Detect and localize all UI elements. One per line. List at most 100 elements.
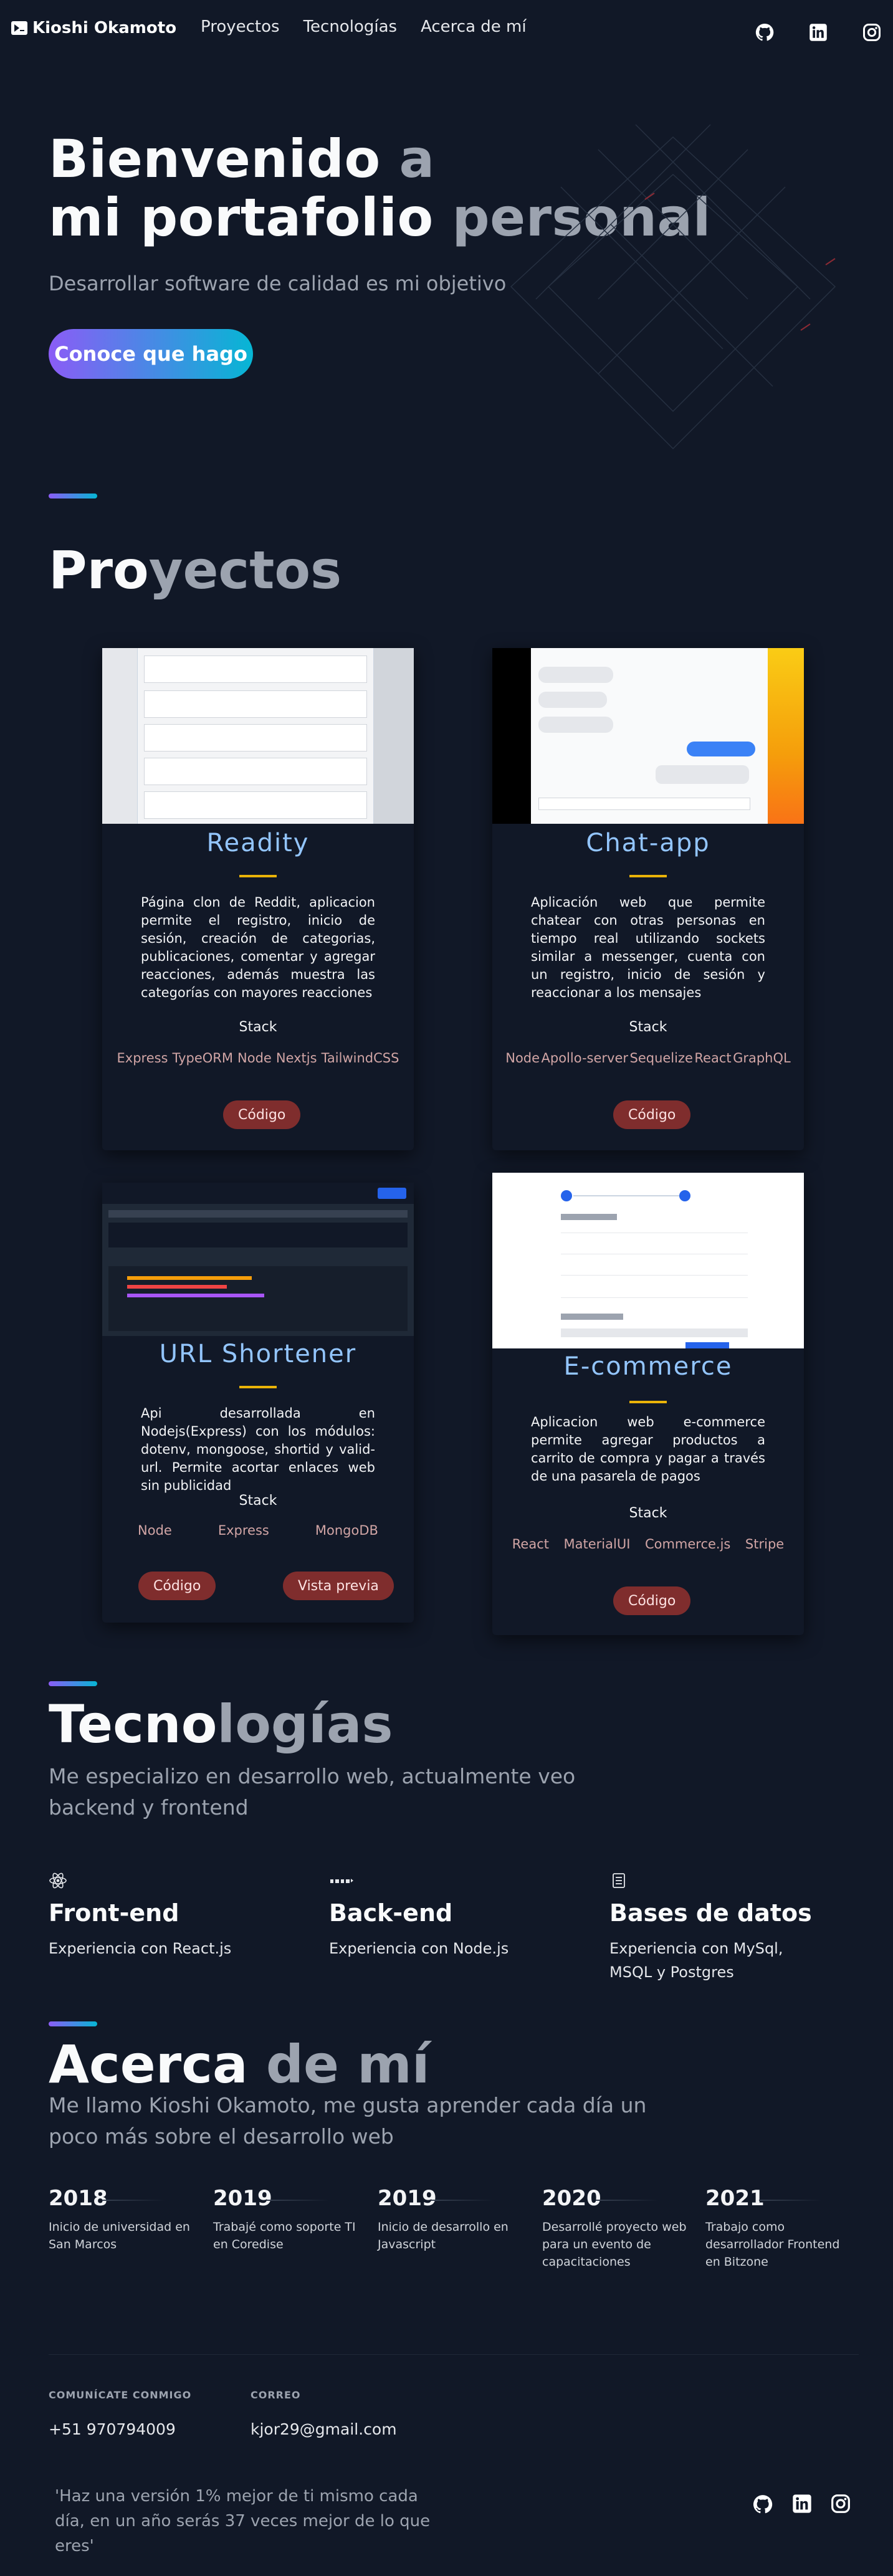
github-icon[interactable] [753, 21, 776, 44]
project-screenshot-url-shortener [102, 1183, 414, 1336]
stack-item: MongoDB [315, 1523, 378, 1538]
tech-heading: Bases de datos [609, 1899, 812, 1927]
tech-heading: Front-end [49, 1899, 179, 1927]
instagram-icon[interactable] [831, 2494, 851, 2517]
project-title: URL Shortener [159, 1340, 357, 1368]
card-divider [239, 875, 277, 877]
hero-title-word: a [380, 128, 435, 189]
tech-title: Tecnologías [49, 1694, 393, 1755]
tech-subtitle: Me especializo en desarrollo web, actual… [49, 1764, 576, 1820]
project-title: Readity [206, 829, 310, 857]
code-button[interactable]: Código [613, 1586, 691, 1615]
timeline-year: 2020 [542, 2186, 601, 2211]
footer-divider [49, 2354, 859, 2355]
hero-cta-button[interactable]: Conoce que hago [49, 329, 253, 379]
projects-title: Proyectos [49, 540, 341, 601]
nav-link-proyectos[interactable]: Proyectos [201, 17, 280, 36]
preview-button[interactable]: Vista previa [283, 1572, 394, 1600]
hero-title-word: Bienvenido [49, 128, 381, 189]
stack-item: Commerce.js [644, 1537, 731, 1552]
stack-list: Node Apollo-server Sequelize React Graph… [505, 1051, 791, 1066]
tech-column-backend: Back-end Experiencia con Node.js [329, 1872, 591, 1960]
nav-social-icons [753, 21, 883, 44]
about-subtitle: Me llamo Kioshi Okamoto, me gusta aprend… [49, 2093, 647, 2149]
hero-title-word: mi portafolio [49, 187, 434, 248]
top-nav: Kioshi Okamoto Proyectos Tecnologías Ace… [0, 0, 893, 57]
code-button[interactable]: Código [138, 1572, 216, 1600]
contact-email[interactable]: kjor29@gmail.com [251, 2420, 397, 2438]
project-card-readity: Readity Página clon de Reddit, aplicacio… [102, 648, 414, 1150]
stack-item: Sequelize [629, 1051, 693, 1066]
stack-item: Express [117, 1051, 168, 1066]
about-title: Acerca de mí [49, 2034, 430, 2095]
code-button[interactable]: Código [613, 1100, 691, 1129]
react-icon [49, 1872, 67, 1889]
nav-link-tecnologias[interactable]: Tecnologías [303, 17, 397, 36]
timeline-line [267, 2200, 329, 2201]
footer-quote: 'Haz una versión 1% mejor de ti mismo ca… [55, 2487, 431, 2555]
logo-text: Kioshi Okamoto [32, 19, 177, 37]
stack-item: Stripe [745, 1537, 785, 1552]
project-title: E-commerce [563, 1352, 733, 1381]
stack-list: Express TypeORM Node Nextjs TailwindCSS [115, 1051, 401, 1066]
stack-item: React [694, 1051, 732, 1066]
section-accent-line [49, 494, 97, 499]
timeline-line [596, 2200, 658, 2201]
tech-title-part: logías [217, 1694, 393, 1755]
tech-title-part: Tecno [49, 1694, 217, 1755]
timeline-text: Inicio de desarrollo en Javascript [378, 2220, 509, 2251]
stack-label: Stack [239, 1493, 277, 1509]
project-description: Aplicacion web e-commerce permite agrega… [531, 1414, 765, 1484]
timeline-year: 2019 [213, 2186, 272, 2211]
stack-item: MaterialUI [563, 1537, 631, 1552]
project-description: Página clon de Reddit, aplicacion permit… [141, 895, 375, 1000]
stack-item: TypeORM [172, 1051, 234, 1066]
card-divider [239, 1386, 277, 1388]
stack-item: Apollo-server [541, 1051, 629, 1066]
project-description: Api desarrollada en Nodejs(Express) con … [141, 1406, 375, 1493]
tech-column-databases: Bases de datos Experiencia con MySql, MS… [609, 1872, 871, 1984]
stack-label: Stack [629, 1019, 667, 1035]
terminal-logo-icon [11, 21, 27, 35]
stack-label: Stack [239, 1019, 277, 1035]
hero-decorative-lines [510, 124, 836, 450]
stack-item: Node [505, 1051, 540, 1066]
stack-list: Node Express MongoDB [115, 1523, 401, 1538]
stack-item: Node [138, 1523, 172, 1538]
database-icon [613, 1873, 625, 1888]
nav-link-acerca[interactable]: Acerca de mí [421, 17, 527, 36]
tech-heading: Back-end [329, 1899, 453, 1927]
timeline-line [431, 2200, 494, 2201]
timeline-year: 2018 [49, 2186, 108, 2211]
project-card-url-shortener: URL Shortener Api desarrollada en Nodejs… [102, 1183, 414, 1623]
tech-body: Experiencia con Node.js [329, 1940, 509, 1957]
node-icon [330, 1879, 353, 1883]
footer-social-icons [752, 2494, 851, 2517]
code-button[interactable]: Código [223, 1100, 301, 1129]
projects-title-part: yectos [148, 540, 342, 601]
logo[interactable]: Kioshi Okamoto [11, 19, 176, 37]
stack-item: React [512, 1537, 549, 1552]
section-accent-line [49, 2021, 97, 2026]
tech-column-frontend: Front-end Experiencia con React.js [49, 1872, 310, 1960]
contact-label: COMUNÍCATE CONMIGO [49, 2389, 192, 2401]
tech-body: Experiencia con MySql, MSQL y Postgres [609, 1940, 783, 1981]
card-divider [629, 1401, 667, 1403]
instagram-icon[interactable] [861, 21, 883, 44]
project-screenshot-chat-app [492, 648, 804, 824]
linkedin-icon[interactable] [792, 2494, 812, 2517]
contact-phone[interactable]: +51 970794009 [49, 2420, 176, 2438]
project-card-ecommerce: E-commerce Aplicacion web e-commerce per… [492, 1173, 804, 1635]
card-divider [629, 875, 667, 877]
github-icon[interactable] [752, 2494, 773, 2517]
hero-subtitle: Desarrollar software de calidad es mi ob… [49, 272, 507, 295]
stack-item: GraphQL [733, 1051, 791, 1066]
timeline-line [102, 2200, 165, 2201]
stack-label: Stack [629, 1505, 667, 1521]
project-card-chat-app: Chat-app Aplicación web que permite chat… [492, 648, 804, 1150]
project-screenshot-readity [102, 648, 414, 824]
stack-item: Nextjs [275, 1051, 317, 1066]
timeline-text: Trabajé como soporte TI en Coredise [213, 2220, 356, 2251]
timeline-line [759, 2200, 821, 2201]
linkedin-icon[interactable] [807, 21, 829, 44]
